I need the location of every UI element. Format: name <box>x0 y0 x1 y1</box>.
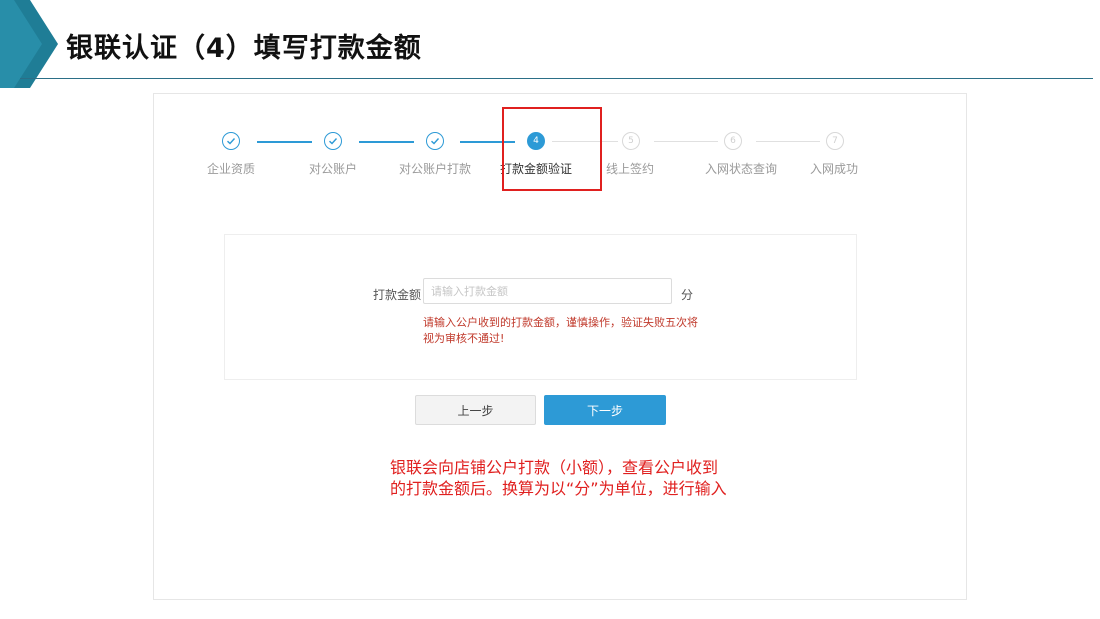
previous-step-button[interactable]: 上一步 <box>415 395 536 425</box>
step-number-badge: 5 <box>622 132 640 150</box>
step-label-status-query: 入网状态查询 <box>704 162 778 176</box>
title-divider <box>20 78 1093 79</box>
next-step-button[interactable]: 下一步 <box>544 395 666 425</box>
screenshot-frame: 企业资质 对公账户 对公账户打款 4 打款金额验证 5 线上签约 6 入网状态查… <box>153 93 967 600</box>
check-icon <box>222 132 240 150</box>
check-icon <box>426 132 444 150</box>
step-connector <box>359 141 414 143</box>
slide-title: 银联认证（4）填写打款金额 <box>66 33 422 64</box>
amount-form-panel: 打款金额 分 请输入公户收到的打款金额，谨慎操作，验证失败五次将视为审核不通过! <box>224 234 857 380</box>
slide-arrow-decoration <box>0 0 58 88</box>
step-connector <box>257 141 312 143</box>
warning-hint: 请输入公户收到的打款金额，谨慎操作，验证失败五次将视为审核不通过! <box>423 316 698 345</box>
step-connector <box>654 141 718 142</box>
annotation-note: 银联会向店铺公户打款（小额），查看公户收到的打款金额后。换算为以“分”为单位，进… <box>390 458 727 498</box>
unit-label: 分 <box>681 288 694 302</box>
step-label-enterprise-qualification: 企业资质 <box>206 162 256 176</box>
step-number-badge: 6 <box>724 132 742 150</box>
step-label-network-success: 入网成功 <box>809 162 859 176</box>
amount-label: 打款金额 <box>373 288 422 302</box>
step-number-badge: 7 <box>826 132 844 150</box>
check-icon <box>324 132 342 150</box>
step-connector <box>756 141 820 142</box>
step-label-corporate-transfer: 对公账户打款 <box>398 162 472 176</box>
step-label-corporate-account: 对公账户 <box>308 162 358 176</box>
step-label-online-signing: 线上签约 <box>605 162 655 176</box>
current-step-highlight-box <box>502 107 602 191</box>
amount-input[interactable] <box>423 278 672 304</box>
